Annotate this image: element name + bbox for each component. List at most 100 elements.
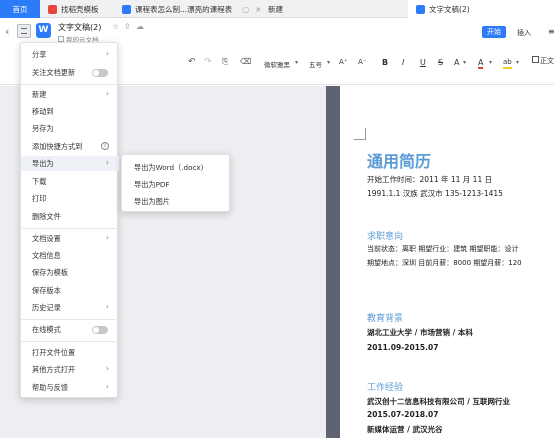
menu-item-add-shortcut[interactable]: 添加快捷方式到 i [21,139,119,154]
margin-corner-mark [354,128,366,140]
close-icon[interactable]: × [255,5,260,14]
chevron-right-icon: › [105,49,109,58]
menu-item-history[interactable]: 历史记录 › [21,300,119,315]
section-education-heading: 教育背景 [367,314,404,324]
chevron-right-icon: › [105,364,109,373]
chevron-down-icon[interactable]: ▾ [489,59,492,66]
strike-button[interactable]: S [438,58,443,67]
tab-new[interactable]: 新建 [268,0,328,18]
doc-icon [416,4,425,14]
tab-label: 课程表怎么制...漂亮的课程表 [135,4,233,14]
chevron-right-icon: › [105,302,109,311]
star-icon[interactable]: ☆ [112,22,119,31]
menu-item-doc-settings[interactable]: 文档设置 › [21,231,119,246]
shrink-font-button[interactable]: A⁻ [358,58,366,66]
tab-document[interactable]: 文字文稿(2) [408,0,554,18]
menu-item-export[interactable]: 导出为 › [21,156,119,171]
export-word-item[interactable]: 导出为Word（.docx) [122,160,231,175]
menu-button[interactable] [17,24,31,38]
resume-education-line-2: 2011.09-2015.07 [367,343,439,352]
menu-item-save-as[interactable]: 另存为 [21,121,119,136]
follow-updates-toggle[interactable] [92,69,108,77]
menu-item-save-template[interactable]: 保存为模板 [21,265,119,280]
chevron-right-icon: › [105,382,109,391]
section-work-heading: 工作经验 [367,383,404,393]
share-icon[interactable]: ⇪ [124,22,131,31]
menu-item-share[interactable]: 分享 › [21,47,119,62]
export-pdf-item[interactable]: 导出为PDF [122,177,231,192]
back-icon[interactable]: ‹ [5,25,9,38]
writer-logo-icon: W [36,23,51,38]
menu-item-follow-updates[interactable]: 关注文档更新 [21,65,119,80]
page-shadow [326,86,340,438]
italic-button[interactable]: I [402,58,404,67]
bold-button[interactable]: B [382,58,388,67]
menu-divider [21,341,119,342]
menu-item-delete[interactable]: 删除文件 [21,209,119,224]
docer-icon [48,4,57,14]
resume-title: 通用简历 [367,152,432,171]
resume-intent-line-2: 期望地点：深圳 目前月薪：8000 期望月薪：120 [367,259,522,267]
tab-label: 找稻壳模板 [61,4,99,14]
format-painter-icon[interactable]: ⎘ [222,57,228,67]
tab-bar: 首页 找稻壳模板 课程表怎么制...漂亮的课程表 ○ × 新建 文字文稿(2) [0,0,554,18]
menu-item-move-to[interactable]: 移动到 [21,104,119,119]
tab-course-table[interactable]: 课程表怎么制...漂亮的课程表 ○ × [122,0,260,18]
tab-templates[interactable]: 找稻壳模板 [48,0,118,18]
underline-button[interactable]: U [420,58,426,67]
chevron-down-icon[interactable]: ▾ [327,59,330,66]
chevron-down-icon[interactable]: ▾ [295,59,298,66]
font-color-button[interactable]: A [478,58,484,69]
undo-icon[interactable]: ↶ [188,57,196,67]
style-icon [532,56,539,63]
export-submenu: 导出为Word（.docx) 导出为PDF 导出为图片 [121,154,230,212]
ribbon-tab-start[interactable]: 开始 [482,26,506,38]
tab-label: 首页 [12,4,28,14]
resume-intent-line-1: 当前状态：离职 期望行业：建筑 期望职能：设计 [367,245,519,253]
doc-icon [122,4,131,14]
menu-item-download[interactable]: 下载 [21,174,119,189]
grow-font-button[interactable]: A⁺ [339,58,347,66]
resume-education-line-1: 湖北工业大学 / 市场营销 / 本科 [367,328,473,337]
chevron-down-icon[interactable]: ▾ [463,59,466,66]
menu-item-open-location[interactable]: 打开文件位置 [21,345,119,360]
resume-info-line: 1991.1.1 汉族 武汉市 135-1213-1415 [367,189,503,198]
menu-item-doc-info[interactable]: 文档信息 [21,248,119,263]
menu-item-help[interactable]: 帮助与反馈 › [21,380,119,395]
chevron-down-icon[interactable]: ▾ [516,59,519,66]
pin-icon[interactable]: ○ [242,5,249,14]
highlight-button[interactable]: ab [503,58,512,69]
tab-label: 新建 [268,4,283,14]
chevron-right-icon: › [105,158,109,167]
superscript-button[interactable]: A [454,58,459,67]
menu-divider [21,319,119,320]
style-body-button[interactable]: 正文 [532,56,554,66]
menu-item-new[interactable]: 新建 › [21,87,119,102]
resume-work-line-3: 新媒体运营 / 武汉光谷 [367,425,443,434]
eraser-icon[interactable]: ⌫ [240,57,251,66]
menu-item-save-version[interactable]: 保存版本 [21,283,119,298]
redo-icon[interactable]: ↷ [204,57,212,67]
resume-work-line-2: 2015.07-2018.07 [367,410,439,419]
export-image-item[interactable]: 导出为图片 [122,194,231,209]
ribbon-more-icon[interactable]: ≡ [548,27,554,36]
resume-work-start: 开始工作时间：2011 年 11 月 11 日 [367,175,493,184]
menu-item-print[interactable]: 打印 [21,191,119,206]
ribbon-tab-insert[interactable]: 插入 [517,28,531,38]
online-mode-toggle[interactable] [92,326,108,334]
tab-home[interactable]: 首页 [0,0,40,18]
menu-divider [21,228,119,229]
cloud-icon: ☁ [136,22,144,31]
menu-item-open-with[interactable]: 其他方式打开 › [21,362,119,377]
font-size-select[interactable]: 五号 [309,59,322,69]
menu-item-online-mode[interactable]: 在线模式 [21,322,119,337]
section-intent-heading: 求职意向 [367,232,404,242]
file-menu: 分享 › 关注文档更新 新建 › 移动到 另存为 添加快捷方式到 i 导出为 › 下载 … [20,42,119,398]
tab-label: 文字文稿(2) [429,4,470,14]
font-name-select[interactable]: 微软雅黑 [264,59,290,69]
info-icon[interactable]: i [101,142,109,150]
hamburger-icon [21,28,27,34]
doc-title[interactable]: 文字文稿(2) [58,22,101,33]
menu-divider [21,84,119,85]
chevron-right-icon: › [105,89,109,98]
